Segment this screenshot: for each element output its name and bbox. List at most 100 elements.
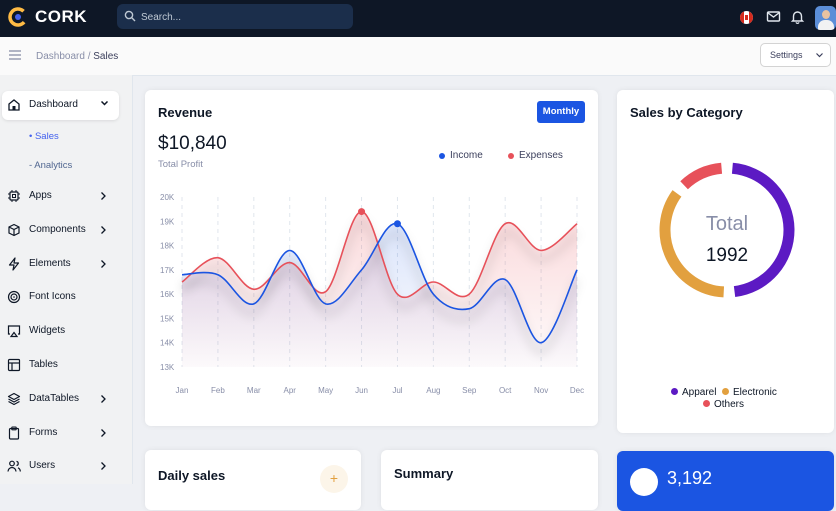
daily-sales-title: Daily sales xyxy=(158,468,226,483)
airplay-icon xyxy=(7,325,21,338)
legend-dot xyxy=(703,400,710,407)
category-donut-chart[interactable]: Total 1992 xyxy=(647,150,807,310)
revenue-title: Revenue xyxy=(158,105,213,120)
brand-name[interactable]: CORK xyxy=(35,7,87,27)
highlight-point[interactable] xyxy=(358,208,366,216)
zap-icon xyxy=(8,257,20,271)
sidebar-item-label: Dashboard xyxy=(29,99,78,110)
breadcrumb-dashboard[interactable]: Dashboard xyxy=(36,51,85,62)
sidebar-item-label: Font Icons xyxy=(29,291,76,302)
settings-label: Settings xyxy=(770,50,803,60)
total-orders-icon xyxy=(630,468,658,496)
sidebar-item-users[interactable]: Users xyxy=(0,456,130,476)
y-tick-label: 13K xyxy=(160,363,175,372)
x-tick-label: Jun xyxy=(355,386,368,395)
layout-icon xyxy=(7,358,21,372)
legend-dot xyxy=(508,153,514,159)
sidebar-item-widgets[interactable]: Widgets xyxy=(0,321,130,341)
mail-icon[interactable] xyxy=(766,9,781,24)
summary-card: Summary xyxy=(381,450,598,510)
chevron-right-icon xyxy=(101,260,106,268)
x-tick-label: Sep xyxy=(462,386,477,395)
x-tick-label: Apr xyxy=(284,386,297,395)
settings-dropdown[interactable]: Settings xyxy=(760,43,831,67)
donut-segment-others[interactable] xyxy=(680,162,723,190)
breadcrumb-bar: Dashboard / Sales Settings xyxy=(0,37,836,76)
clipboard-icon xyxy=(8,426,20,440)
canada-flag-icon[interactable] xyxy=(740,11,753,24)
sidebar-item-label: Users xyxy=(29,460,56,471)
sales-by-category-card: Sales by Category Total 1992 Apparel Ele… xyxy=(617,90,834,433)
sidebar-item-apps[interactable]: Apps xyxy=(0,186,130,206)
daily-sales-icon-button[interactable]: + xyxy=(320,465,348,493)
users-icon xyxy=(7,460,21,472)
box-icon xyxy=(8,223,20,237)
sidebar-item-dashboard[interactable]: Dashboard xyxy=(0,95,130,115)
total-orders-value: 3,192 xyxy=(667,468,713,488)
sidebar-subitem-sales[interactable]: • Sales xyxy=(29,131,59,142)
total-profit-amount: $10,840 xyxy=(158,133,227,154)
legend-label: Income xyxy=(450,150,483,161)
chevron-right-icon xyxy=(101,429,106,437)
y-tick-label: 19K xyxy=(160,217,175,226)
y-tick-label: 16K xyxy=(160,290,175,299)
user-avatar[interactable] xyxy=(815,6,836,30)
total-orders-card: 3,192 xyxy=(617,451,834,511)
sidebar-item-label: DataTables xyxy=(29,393,80,404)
legend-dot xyxy=(671,388,678,395)
sidebar-item-elements[interactable]: Elements xyxy=(0,254,130,274)
x-tick-label: Mar xyxy=(247,386,261,395)
chevron-down-icon xyxy=(816,53,823,58)
breadcrumb-separator: / xyxy=(87,51,91,62)
search-icon xyxy=(124,10,136,22)
legend-dot xyxy=(722,388,729,395)
cork-logo-icon[interactable] xyxy=(8,7,28,27)
daily-sales-card: Daily sales + xyxy=(145,450,361,510)
x-tick-label: Dec xyxy=(570,386,584,395)
chevron-right-icon xyxy=(101,395,106,403)
summary-title: Summary xyxy=(394,466,454,481)
category-title: Sales by Category xyxy=(630,105,743,120)
sidebar-item-label: Elements xyxy=(29,258,71,269)
sidebar-item-label: Widgets xyxy=(29,325,66,336)
sidebar-item-components[interactable]: Components xyxy=(0,220,130,240)
legend-apparel[interactable]: Apparel xyxy=(671,387,716,398)
sidebar-item-forms[interactable]: Forms xyxy=(0,423,130,443)
top-navbar: CORK xyxy=(0,0,836,37)
revenue-card: Revenue Monthly $10,840 Total Profit Inc… xyxy=(145,90,598,426)
chevron-right-icon xyxy=(101,226,106,234)
highlight-point[interactable] xyxy=(393,220,401,228)
y-tick-label: 20K xyxy=(160,193,175,202)
donut-segment-electronic[interactable] xyxy=(659,190,725,298)
sidebar-item-font-icons[interactable]: Font Icons xyxy=(0,287,130,307)
chevron-down-icon xyxy=(101,101,108,106)
y-tick-label: 17K xyxy=(160,266,175,275)
bell-icon[interactable] xyxy=(790,9,805,24)
legend-label: Expenses xyxy=(519,150,563,161)
target-icon xyxy=(7,290,21,304)
layers-icon xyxy=(7,392,21,406)
legend-electronic[interactable]: Electronic xyxy=(722,387,777,398)
search-input[interactable] xyxy=(139,4,343,31)
search-box[interactable] xyxy=(117,4,353,31)
x-tick-label: May xyxy=(318,386,333,395)
x-tick-label: Jan xyxy=(176,386,189,395)
x-tick-label: Oct xyxy=(499,386,512,395)
sidebar-item-label: Forms xyxy=(29,427,58,438)
donut-total-label: Total xyxy=(706,213,748,235)
y-tick-label: 18K xyxy=(160,242,175,251)
chevron-right-icon xyxy=(101,462,106,470)
legend-label: Electronic xyxy=(733,387,777,398)
x-tick-label: Feb xyxy=(211,386,225,395)
sidebar-subitem-analytics[interactable]: - Analytics xyxy=(29,160,72,171)
menu-toggle-icon[interactable] xyxy=(9,50,21,60)
legend-others[interactable]: Others xyxy=(703,399,744,410)
total-profit-label: Total Profit xyxy=(158,159,203,170)
sidebar-item-tables[interactable]: Tables xyxy=(0,355,130,375)
revenue-chart[interactable]: 13K 14K 15K 16K 17K 18K 19K 20K Jan Feb Mar Apr May… xyxy=(145,185,598,400)
chevron-right-icon xyxy=(101,192,106,200)
sidebar-item-datatables[interactable]: DataTables xyxy=(0,389,130,409)
monthly-button[interactable]: Monthly xyxy=(537,101,585,123)
sidebar-item-label: Tables xyxy=(29,359,58,370)
sidebar: Dashboard • Sales - Analytics Apps Compo… xyxy=(0,75,133,484)
